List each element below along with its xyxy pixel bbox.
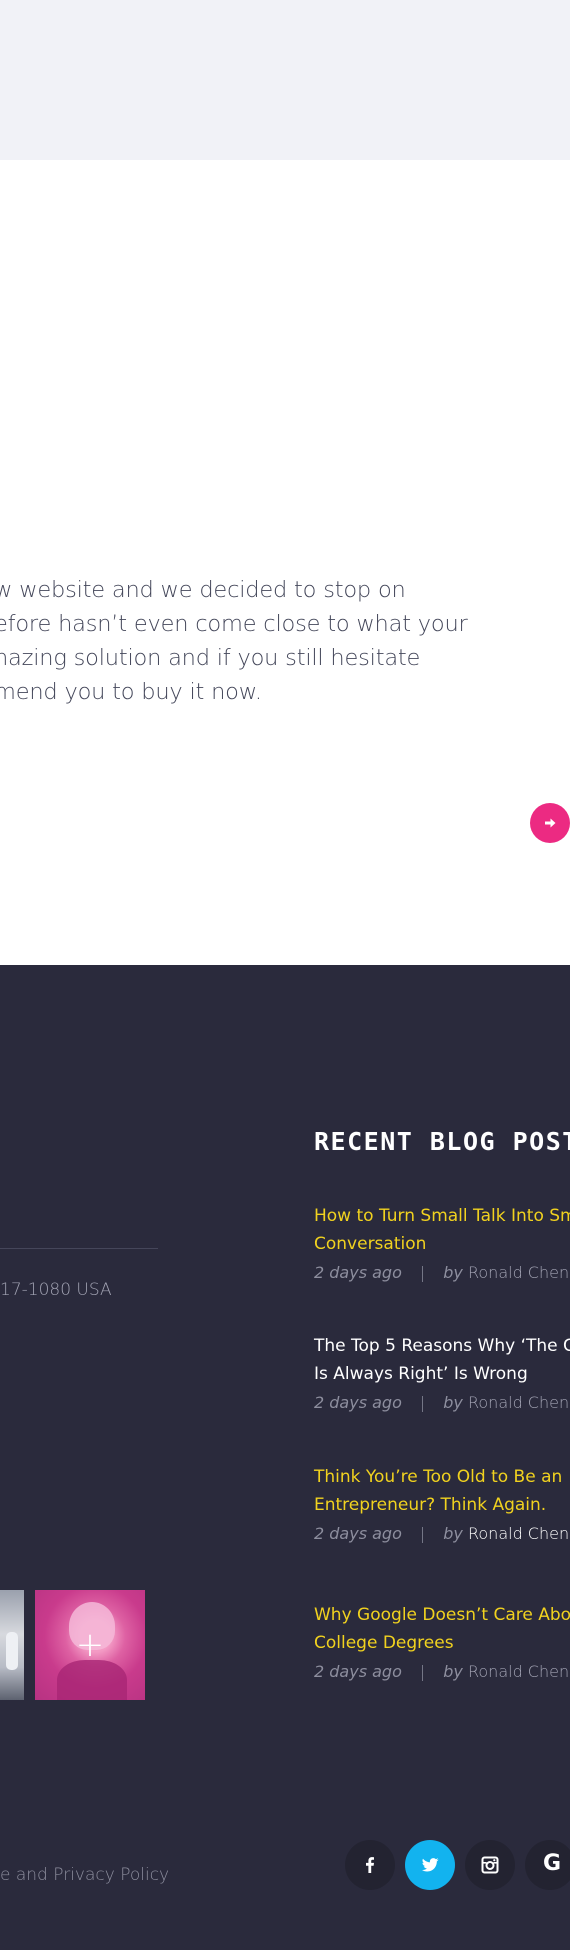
meta-separator: | [419,1524,426,1543]
post-by: by [443,1524,463,1543]
arrow-right-icon [545,818,556,828]
post-author-link[interactable]: Ronald Chen [468,1524,569,1543]
testimonial-section: w website and we decided to stop on efor… [0,160,570,965]
meta-separator: | [419,1263,426,1282]
quote-line: nazing solution and if you still hesitat… [0,645,421,671]
google-plus-button[interactable]: G [525,1840,570,1890]
twitter-button[interactable] [405,1840,455,1890]
instagram-button[interactable] [465,1840,515,1890]
google-plus-icon: G [543,1851,562,1876]
quote-line: w website and we decided to stop on [0,577,406,603]
blog-post-item: How to Turn Small Talk Into Sma Conversa… [314,1202,570,1282]
post-date: 2 days ago [314,1662,402,1681]
post-title-line[interactable]: Why Google Doesn’t Care Abou [314,1601,570,1629]
quote-line: mend you to buy it now. [0,679,262,705]
contact-address: 17-1080 USA [0,1280,112,1300]
post-title-line[interactable]: The Top 5 Reasons Why ‘The Cu [314,1332,570,1360]
post-meta: 2 days ago | by Ronald Chen [314,1662,570,1681]
post-title-line[interactable]: Think You’re Too Old to Be an [314,1463,570,1491]
meta-separator: | [419,1393,426,1412]
gallery-thumbnail[interactable] [0,1590,24,1700]
post-date: 2 days ago [314,1263,402,1282]
post-date: 2 days ago [314,1393,402,1412]
post-title-line[interactable]: How to Turn Small Talk Into Sma [314,1202,570,1230]
twitter-icon [422,1858,439,1872]
post-title-line[interactable]: Is Always Right’ Is Wrong [314,1360,570,1388]
post-meta: 2 days ago | by Ronald Chen [314,1393,570,1412]
post-author-link[interactable]: Ronald Chen [468,1662,569,1681]
site-footer: 17-1080 USA + RECENT BLOG POSTS How to T… [0,965,570,1950]
meta-separator: | [419,1662,426,1681]
post-author-link[interactable]: Ronald Chen [468,1263,569,1282]
quote-line: efore hasn’t even come close to what you… [0,611,468,637]
post-title-line[interactable]: Conversation [314,1230,570,1258]
testimonial-quote: w website and we decided to stop on efor… [0,573,468,709]
recent-posts-heading: RECENT BLOG POSTS [314,1127,570,1156]
post-title-line[interactable]: College Degrees [314,1629,570,1657]
facebook-button[interactable] [345,1840,395,1890]
post-meta: 2 days ago | by Ronald Chen [314,1524,570,1543]
post-by: by [443,1662,463,1681]
post-by: by [443,1393,463,1412]
blog-post-item: The Top 5 Reasons Why ‘The Cu Is Always … [314,1332,570,1412]
post-title-line[interactable]: Entrepreneur? Think Again. [314,1491,570,1519]
footer-divider [0,1248,158,1249]
top-band [0,0,570,160]
post-date: 2 days ago [314,1524,402,1543]
plus-icon: + [75,1625,105,1665]
privacy-policy-text: e and Privacy Policy [0,1865,170,1885]
next-testimonial-button[interactable] [530,803,570,843]
blog-post-item: Think You’re Too Old to Be an Entreprene… [314,1463,570,1543]
instagram-icon [481,1856,499,1874]
post-by: by [443,1263,463,1282]
blog-post-item: Why Google Doesn’t Care Abou College Deg… [314,1601,570,1681]
post-author-link[interactable]: Ronald Chen [468,1393,569,1412]
facebook-icon [366,1857,374,1873]
gallery-thumbnail-active[interactable]: + [35,1590,145,1700]
post-meta: 2 days ago | by Ronald Chen [314,1263,570,1282]
